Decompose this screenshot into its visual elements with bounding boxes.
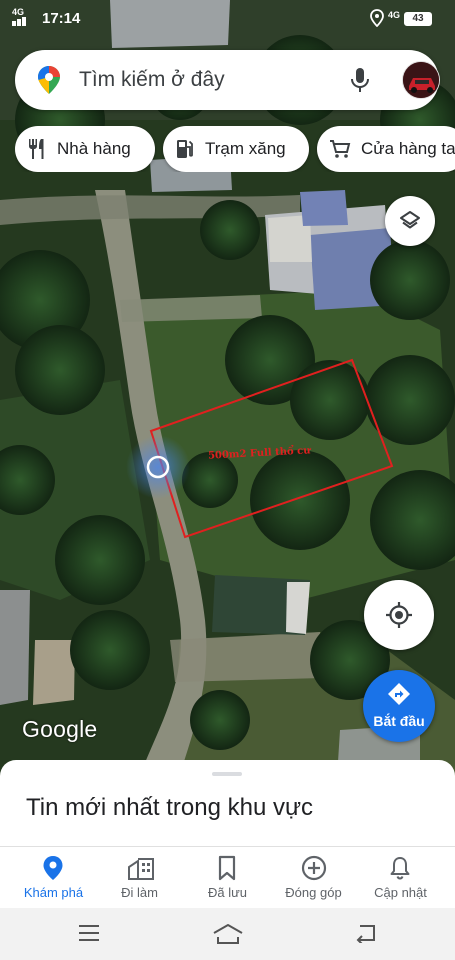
directions-icon: [388, 683, 410, 705]
microphone-icon[interactable]: [349, 66, 371, 94]
bookmark-icon: [218, 855, 236, 881]
shopping-cart-icon: [330, 140, 351, 158]
chip-label: Cửa hàng ta: [361, 139, 455, 158]
signal-indicator: 4G: [12, 8, 26, 28]
system-navigation-bar: [0, 908, 455, 960]
add-circle-icon: [301, 855, 327, 881]
nav-commute[interactable]: Đi làm: [94, 847, 185, 909]
search-bar[interactable]: Tìm kiếm ở đây: [15, 50, 440, 110]
nav-label: Cập nhật: [374, 885, 427, 900]
gas-station-icon: [177, 140, 193, 158]
signal-label: 4G: [12, 7, 25, 17]
nav-explore[interactable]: Khám phá: [8, 847, 99, 909]
layers-icon: [400, 211, 420, 229]
restaurant-icon: [29, 139, 44, 159]
start-navigation-button[interactable]: Bắt đầu: [363, 670, 435, 742]
status-bar: 4G 17:14 4G 43: [0, 0, 455, 38]
chip-shopping[interactable]: Cửa hàng ta: [317, 126, 455, 172]
google-watermark: Google: [22, 716, 98, 742]
chip-gas-stations[interactable]: Trạm xăng: [163, 126, 309, 172]
menu-icon[interactable]: [78, 923, 100, 943]
explore-pin-icon: [43, 856, 63, 880]
avatar-car-image: [403, 62, 439, 98]
location-service-icon: [370, 9, 384, 27]
nav-label: Đã lưu: [207, 885, 248, 900]
chip-restaurants[interactable]: Nhà hàng: [15, 126, 155, 172]
nav-label: Đi làm: [121, 885, 158, 900]
bell-icon: [390, 857, 410, 880]
chip-label: Nhà hàng: [57, 139, 131, 158]
nav-contribute[interactable]: Đóng góp: [268, 847, 359, 909]
nav-label: Đóng góp: [285, 885, 342, 900]
nav-saved[interactable]: Đã lưu: [182, 847, 273, 909]
account-avatar[interactable]: [402, 61, 440, 99]
back-icon[interactable]: [354, 923, 378, 943]
status-time: 17:14: [42, 10, 81, 27]
battery-level: 43: [412, 13, 424, 24]
bottom-navigation: Khám phá Đi làm Đã lưu Đóng góp Cập nhật: [0, 846, 455, 908]
nav-label: Khám phá: [23, 885, 84, 900]
my-location-icon: [386, 602, 412, 628]
nav-updates[interactable]: Cập nhật: [355, 847, 446, 909]
my-location-button[interactable]: [364, 580, 434, 650]
chip-label: Trạm xăng: [205, 139, 286, 158]
map-layers-button[interactable]: [385, 196, 435, 246]
commute-icon: [128, 858, 154, 880]
network-type: 4G: [388, 10, 401, 20]
sheet-drag-handle[interactable]: [212, 772, 242, 776]
sheet-title: Tin mới nhất trong khu vực: [26, 794, 314, 821]
category-chips: Nhà hàng Trạm xăng Cửa hàng ta: [15, 126, 455, 172]
google-maps-pin-icon: [38, 66, 60, 94]
bottom-sheet[interactable]: Tin mới nhất trong khu vực: [0, 760, 455, 846]
search-placeholder[interactable]: Tìm kiếm ở đây: [79, 68, 225, 92]
start-label: Bắt đầu: [373, 713, 425, 729]
home-icon[interactable]: [212, 923, 244, 945]
battery-indicator: 43: [404, 12, 432, 26]
